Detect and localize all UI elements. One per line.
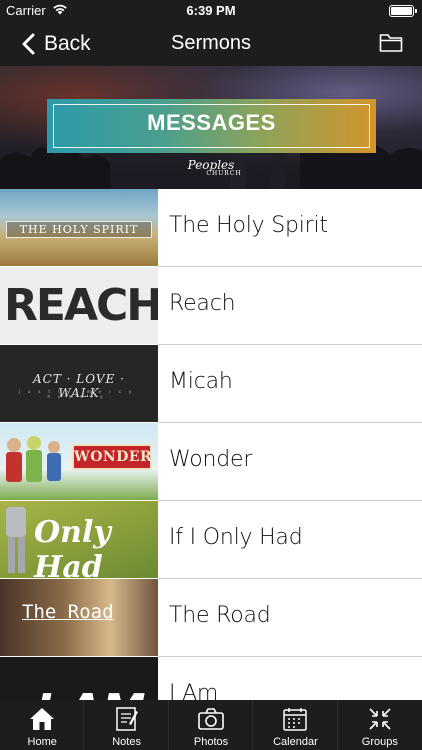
sermon-thumbnail: REACH bbox=[0, 267, 158, 344]
sermon-title: The Holy Spirit bbox=[169, 213, 328, 238]
sermon-row-wonder[interactable]: WONDER Wonder bbox=[0, 423, 422, 501]
tab-notes[interactable]: Notes bbox=[84, 700, 169, 750]
sermon-thumbnail: The Road bbox=[0, 579, 158, 656]
sermon-row-holy-spirit[interactable]: THE HOLY SPIRIT The Holy Spirit bbox=[0, 189, 422, 267]
banner-text: MESSAGES bbox=[147, 110, 276, 135]
sermon-row-i-am[interactable]: I AM I Am bbox=[0, 657, 422, 700]
sermon-title: Wonder bbox=[169, 447, 253, 472]
church-logo: Peoples CHURCH bbox=[187, 158, 242, 177]
page-title: Sermons bbox=[170, 32, 252, 54]
sermon-row-reach[interactable]: REACH Reach bbox=[0, 267, 422, 345]
sermon-row-the-road[interactable]: The Road The Road bbox=[0, 579, 422, 657]
heroes-figures bbox=[6, 436, 61, 482]
sermon-title: I Am bbox=[169, 681, 219, 700]
tab-calendar[interactable]: Calendar bbox=[253, 700, 338, 750]
tab-groups[interactable]: Groups bbox=[338, 700, 422, 750]
sermon-title: Micah bbox=[169, 369, 233, 394]
sermon-title: Reach bbox=[169, 291, 236, 316]
messages-banner: MESSAGES Peoples CHURCH bbox=[0, 66, 422, 189]
sermon-thumbnail: Only Had bbox=[0, 501, 158, 578]
status-bar: Carrier 6:39 PM bbox=[0, 0, 422, 22]
sermon-thumbnail: ACT · LOVE · WALK justly mercy humbly bbox=[0, 345, 158, 422]
tab-bar: Home Notes Photos Calendar Groups bbox=[0, 700, 422, 750]
tab-home[interactable]: Home bbox=[0, 700, 85, 750]
calendar-icon bbox=[283, 708, 308, 731]
clock: 6:39 PM bbox=[186, 3, 236, 18]
battery-icon bbox=[389, 5, 417, 17]
notes-icon bbox=[115, 707, 138, 731]
camera-icon bbox=[198, 708, 224, 730]
home-icon bbox=[30, 708, 55, 730]
sermon-thumbnail: I AM bbox=[0, 657, 158, 700]
sermon-row-micah[interactable]: ACT · LOVE · WALK justly mercy humbly Mi… bbox=[0, 345, 422, 423]
sermon-title: The Road bbox=[169, 603, 271, 628]
folder-icon[interactable] bbox=[379, 33, 403, 53]
groups-icon bbox=[369, 708, 391, 730]
sermon-thumbnail: WONDER bbox=[0, 423, 158, 500]
sermon-row-if-i-only-had[interactable]: Only Had If I Only Had bbox=[0, 501, 422, 579]
sermon-thumbnail: THE HOLY SPIRIT bbox=[0, 189, 158, 266]
sermon-title: If I Only Had bbox=[169, 525, 303, 550]
sermon-list: THE HOLY SPIRIT The Holy Spirit REACH Re… bbox=[0, 189, 422, 700]
tab-photos[interactable]: Photos bbox=[169, 700, 254, 750]
nav-bar: Back Sermons bbox=[0, 22, 422, 66]
banner-graphic: MESSAGES bbox=[47, 99, 376, 153]
